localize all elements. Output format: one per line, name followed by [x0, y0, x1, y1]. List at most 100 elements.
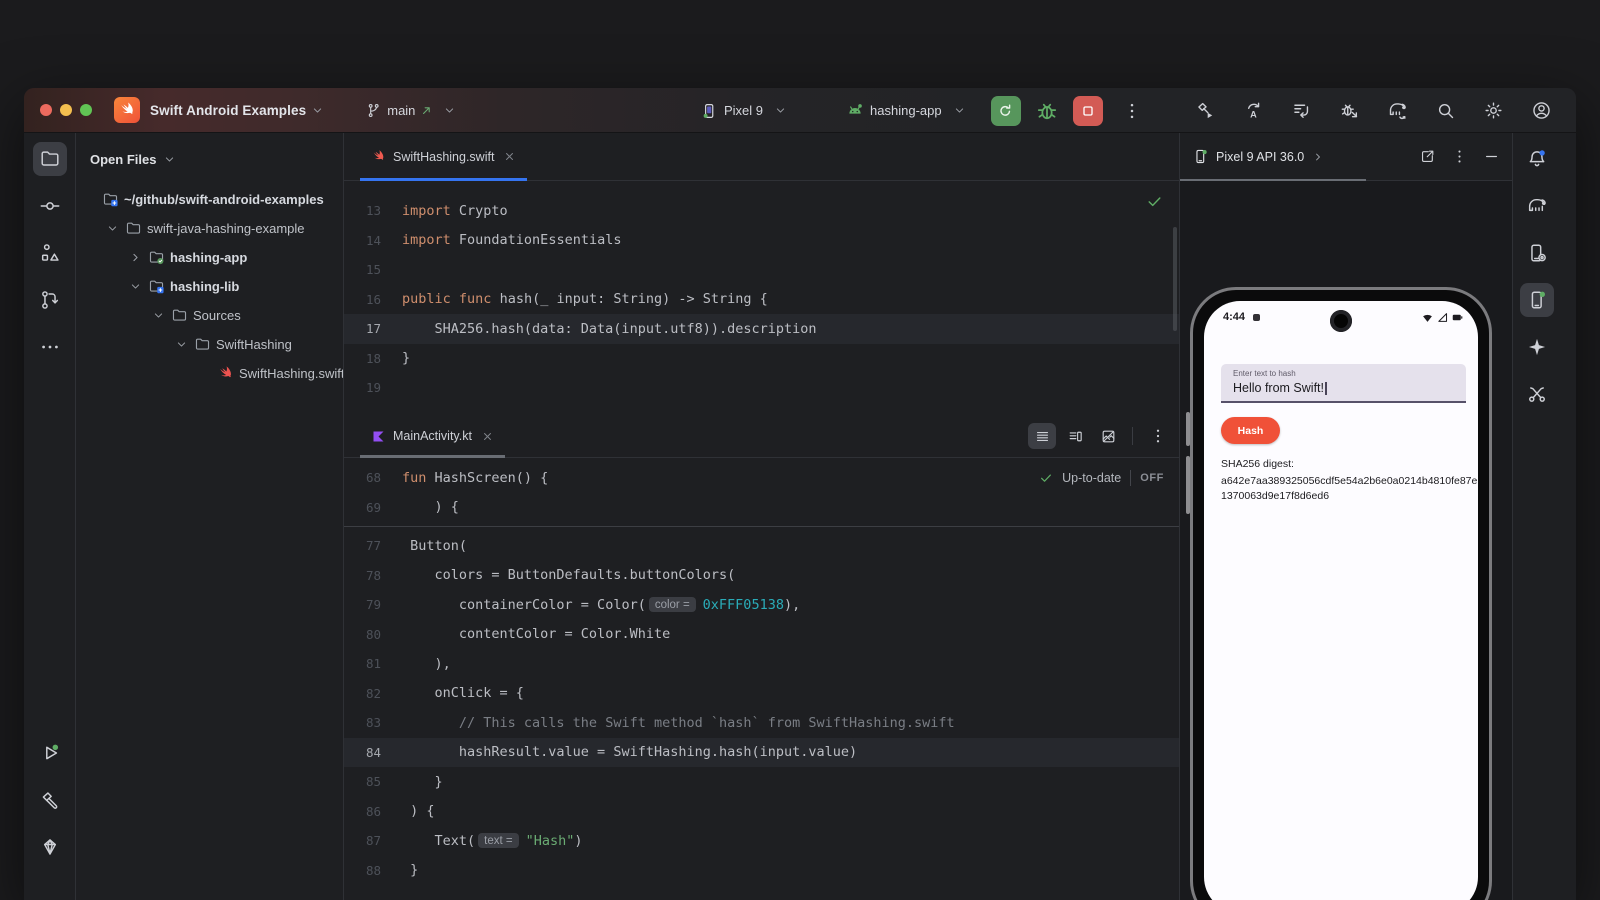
close-window-button[interactable] [40, 104, 52, 116]
run-configuration-selector[interactable]: hashing-app [846, 102, 967, 120]
split-view-button[interactable] [1061, 423, 1089, 449]
kebab-button[interactable] [1451, 148, 1468, 165]
line-number[interactable]: 14 [344, 233, 402, 248]
line-number[interactable]: 79 [344, 597, 402, 612]
project-chevron-down-icon[interactable] [310, 103, 325, 118]
crashlytics-button[interactable] [1520, 377, 1554, 411]
build-run-button[interactable] [1195, 100, 1216, 121]
code-line-19[interactable]: 19 [344, 373, 1179, 403]
tab-swifthashing-swift[interactable]: SwiftHashing.swift [360, 133, 527, 180]
more-tool-windows-button[interactable] [33, 330, 67, 364]
line-number[interactable]: 68 [344, 470, 402, 485]
device-screen[interactable]: 4:44 Enter text to hash Hello from Swift… [1204, 301, 1478, 900]
code-line-17[interactable]: 17SHA256.hash(data: Data(input.utf8)).de… [344, 314, 1179, 344]
line-number[interactable]: 82 [344, 686, 402, 701]
minimize-window-button[interactable] [60, 104, 72, 116]
compose-uptodate-widget[interactable]: Up-to-date OFF [1024, 463, 1179, 492]
git-branch-widget[interactable]: main [365, 102, 457, 119]
line-number[interactable]: 69 [344, 500, 402, 515]
tree-row[interactable]: Sources [76, 301, 343, 330]
code-line-13[interactable]: 13import Crypto [344, 196, 1179, 226]
line-number[interactable]: 85 [344, 774, 402, 789]
code-line-81[interactable]: 81), [344, 649, 1179, 679]
gem-button[interactable] [33, 830, 67, 864]
line-number[interactable]: 81 [344, 656, 402, 671]
device-selector[interactable]: Pixel 9 [700, 102, 788, 120]
structure-button[interactable] [33, 236, 67, 270]
close-tab-icon[interactable] [481, 430, 494, 443]
code-line-84[interactable]: 84hashResult.value = SwiftHashing.hash(i… [344, 738, 1179, 768]
editor-scrollbar[interactable] [1173, 227, 1177, 331]
apply-changes-button[interactable]: A [1243, 100, 1264, 121]
code-line-78[interactable]: 78colors = ButtonDefaults.buttonColors( [344, 561, 1179, 591]
running-devices-button[interactable] [1520, 283, 1554, 317]
code-line-86[interactable]: 86) { [344, 797, 1179, 827]
code-line-88[interactable]: 88} [344, 856, 1179, 886]
line-number[interactable]: 86 [344, 804, 402, 819]
line-number[interactable]: 17 [344, 321, 402, 336]
running-devices-header[interactable]: Pixel 9 API 36.0 [1180, 133, 1512, 181]
code-line-15[interactable]: 15 [344, 255, 1179, 285]
line-number[interactable]: 15 [344, 262, 402, 277]
line-number[interactable]: 87 [344, 833, 402, 848]
tree-row[interactable]: hashing-lib [76, 272, 343, 301]
swift-editor[interactable]: 13import Crypto14import FoundationEssent… [344, 181, 1179, 415]
code-line-82[interactable]: 82onClick = { [344, 679, 1179, 709]
folded-region-separator[interactable] [344, 522, 1179, 531]
tab-mainactivity-kt[interactable]: MainActivity.kt [360, 415, 505, 457]
gradle-sync-button[interactable] [1387, 100, 1408, 121]
minus-button[interactable] [1483, 148, 1500, 165]
debug-button[interactable] [1034, 98, 1060, 124]
code-line-18[interactable]: 18} [344, 344, 1179, 374]
settings-button[interactable] [1483, 100, 1504, 121]
tree-row[interactable]: ~/github/swift-android-examples [76, 185, 343, 214]
tree-row[interactable]: hashing-app [76, 243, 343, 272]
live-edit-off-toggle[interactable]: OFF [1140, 472, 1164, 484]
code-line-85[interactable]: 85} [344, 767, 1179, 797]
editor-more-options-button[interactable] [1149, 427, 1167, 445]
line-number[interactable]: 18 [344, 351, 402, 366]
line-number[interactable]: 19 [344, 380, 402, 395]
code-line-14[interactable]: 14import FoundationEssentials [344, 226, 1179, 256]
build-tool-button[interactable] [33, 783, 67, 817]
kotlin-editor[interactable]: Up-to-date OFF 68fun HashScreen() {69) {… [344, 458, 1179, 900]
code-line-87[interactable]: 87Text(text ="Hash") [344, 826, 1179, 856]
line-number[interactable]: 78 [344, 568, 402, 583]
external-link-button[interactable] [1419, 148, 1436, 165]
device-group-chevron-icon[interactable] [1311, 150, 1325, 164]
code-view-button[interactable] [1028, 423, 1056, 449]
notifications-button[interactable] [1520, 142, 1554, 176]
search-button[interactable] [1435, 100, 1456, 121]
code-line-79[interactable]: 79containerColor = Color(color =0xFFF051… [344, 590, 1179, 620]
code-line-16[interactable]: 16public func hash(_ input: String) -> S… [344, 285, 1179, 315]
line-number[interactable]: 83 [344, 715, 402, 730]
close-tab-icon[interactable] [503, 150, 516, 163]
line-number[interactable]: 80 [344, 627, 402, 642]
code-line-83[interactable]: 83// This calls the Swift method `hash` … [344, 708, 1179, 738]
hash-button[interactable]: Hash [1221, 417, 1280, 444]
code-line-77[interactable]: 77Button( [344, 531, 1179, 561]
line-number[interactable]: 84 [344, 745, 402, 760]
project-folder-button[interactable] [33, 142, 67, 176]
more-run-options-button[interactable] [1122, 101, 1142, 121]
code-line-80[interactable]: 80contentColor = Color.White [344, 620, 1179, 650]
project-view-header[interactable]: Open Files [76, 133, 343, 185]
profile-button[interactable] [1531, 100, 1552, 121]
project-name[interactable]: Swift Android Examples [150, 103, 306, 118]
line-number[interactable]: 16 [344, 292, 402, 307]
rerun-button[interactable] [991, 96, 1021, 126]
gradle-button[interactable] [1520, 189, 1554, 223]
tree-row[interactable]: SwiftHashing [76, 330, 343, 359]
line-number[interactable]: 77 [344, 538, 402, 553]
pull-requests-button[interactable] [33, 283, 67, 317]
line-number[interactable]: 88 [344, 863, 402, 878]
gemini-button[interactable] [1520, 330, 1554, 364]
zoom-window-button[interactable] [80, 104, 92, 116]
attach-debugger-button[interactable] [1339, 100, 1360, 121]
run-tool-button[interactable] [33, 736, 67, 770]
line-number[interactable]: 13 [344, 203, 402, 218]
hash-input-field[interactable]: Enter text to hash Hello from Swift! [1221, 364, 1466, 403]
commit-button[interactable] [33, 189, 67, 223]
tree-row[interactable]: swift-java-hashing-example [76, 214, 343, 243]
design-view-button[interactable] [1094, 423, 1122, 449]
